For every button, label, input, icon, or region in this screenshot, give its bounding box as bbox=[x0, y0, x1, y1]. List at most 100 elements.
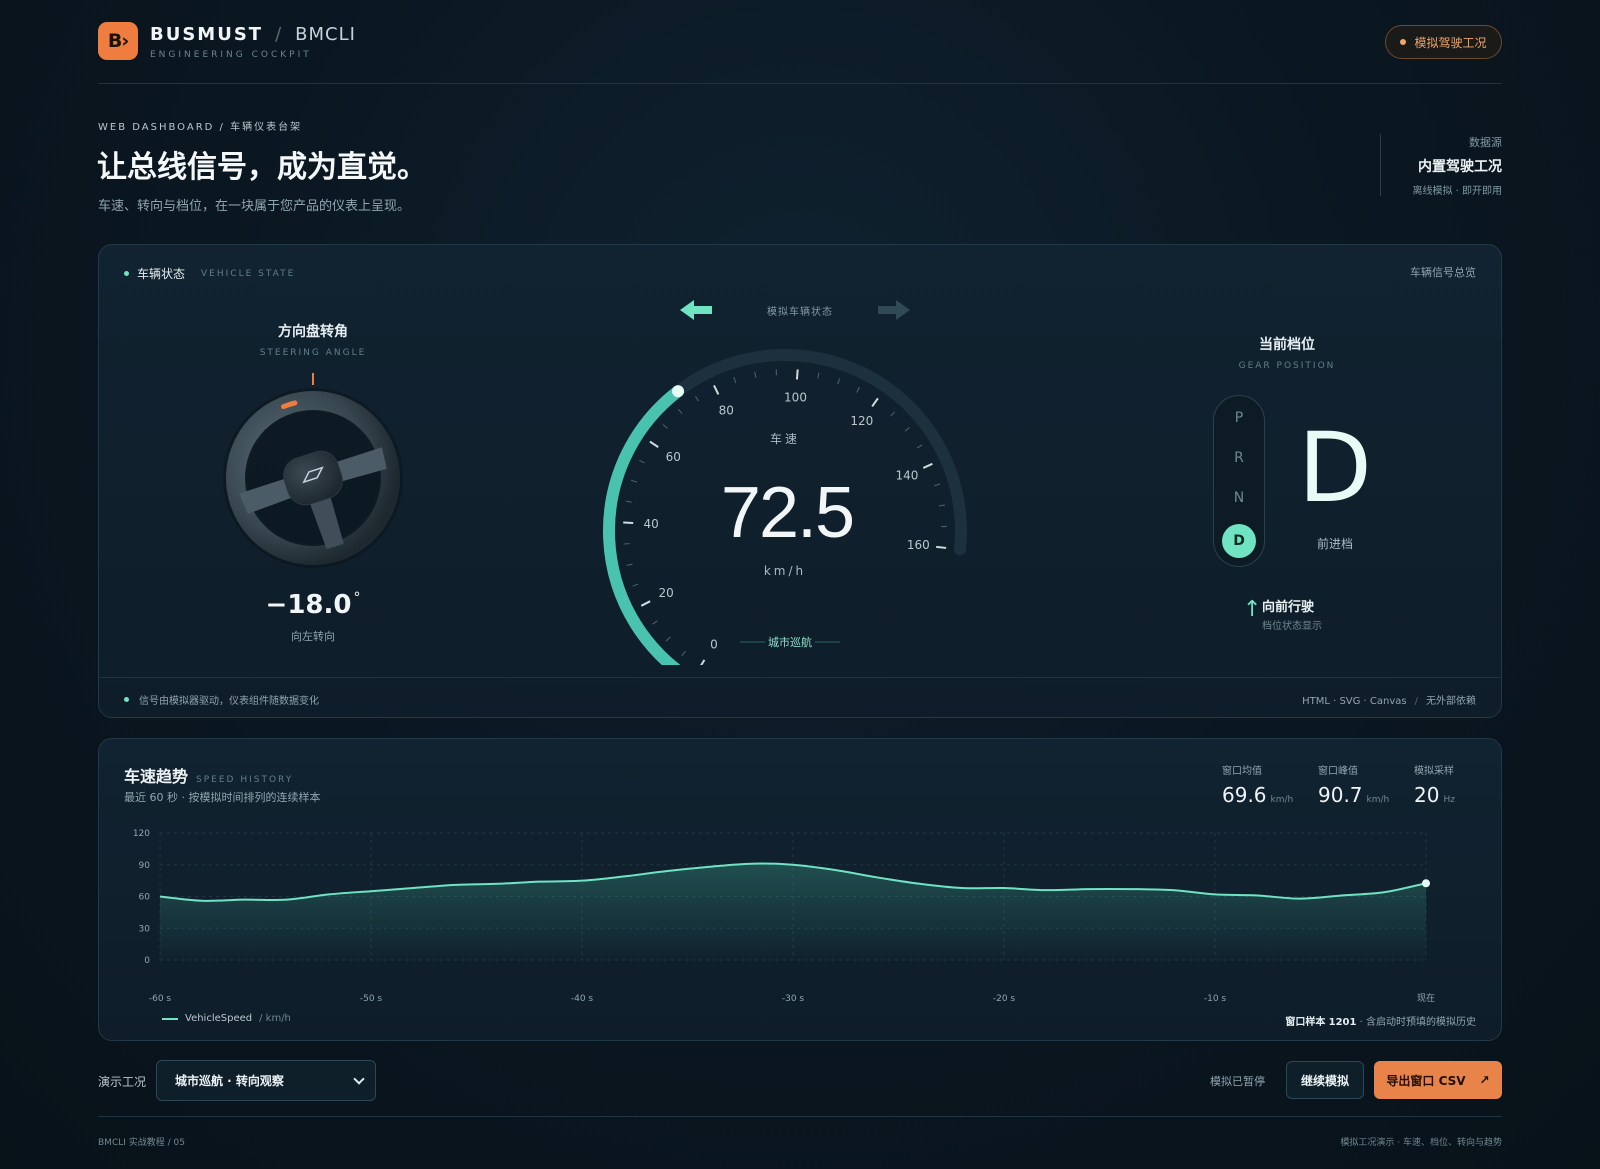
gauge-tick bbox=[652, 620, 658, 625]
speed-history-title: 车速趋势 SPEED HISTORY bbox=[124, 767, 294, 786]
export-csv-button[interactable]: 导出窗口 CSV ↗ bbox=[1374, 1061, 1502, 1099]
scenario-label: 演示工况 bbox=[98, 1075, 147, 1089]
stat-sample-rate: 模拟采样 20 Hz bbox=[1414, 766, 1455, 807]
legend-line-icon bbox=[162, 1017, 178, 1020]
status-pill[interactable]: 模拟驾驶工况 bbox=[1385, 25, 1502, 59]
external-arrow-icon: ↗ bbox=[1479, 1073, 1490, 1087]
speed-label: 车速 bbox=[770, 431, 800, 446]
data-source-note: 离线模拟 · 即开即用 bbox=[1412, 186, 1502, 197]
x-tick-label: -60 s bbox=[149, 994, 172, 1004]
speedometer-gauge: 0 20 40 60 80 100 120 140 160 车速 72.5 km/h 城市巡航 bbox=[603, 300, 967, 665]
speed-area bbox=[160, 863, 1426, 960]
right-turn-signal-icon bbox=[878, 300, 910, 320]
gauge-tick bbox=[795, 369, 799, 380]
data-source-label: 数据源 bbox=[1469, 136, 1502, 149]
x-tick-label: -10 s bbox=[1204, 994, 1227, 1004]
data-source-block: 数据源 内置驾驶工况 离线模拟 · 即开即用 bbox=[1380, 134, 1502, 197]
gauge-tick bbox=[640, 600, 651, 607]
footer-right: 模拟工况演示 · 车速、档位、转向与趋势 bbox=[1340, 1138, 1502, 1148]
x-tick-label: 现在 bbox=[1417, 992, 1435, 1004]
gauge-tick bbox=[754, 371, 757, 378]
status-dot-icon bbox=[124, 697, 129, 702]
stat-window-mean: 窗口均值 69.6 km/h bbox=[1222, 766, 1294, 807]
simulation-state: 模拟已暂停 bbox=[1210, 1075, 1265, 1088]
vehicle-state-header: 车辆状态 VEHICLE STATE bbox=[124, 265, 295, 282]
gauge-tick bbox=[649, 440, 659, 448]
gauge-needle-dot bbox=[672, 385, 685, 398]
gauge-tick bbox=[700, 659, 706, 665]
gauge-tick-label: 100 bbox=[784, 390, 807, 404]
gauge-tick bbox=[733, 377, 737, 384]
gauge-tick-label: 20 bbox=[658, 586, 673, 600]
gauge-tick bbox=[916, 444, 923, 449]
gauge-tick bbox=[662, 424, 668, 429]
gear-option-n[interactable]: N bbox=[1214, 490, 1264, 506]
stat-window-peak: 窗口峰值 90.7 km/h bbox=[1318, 766, 1390, 807]
brand-name: BUSMUST / BMCLI bbox=[150, 24, 356, 45]
y-tick-label: 60 bbox=[139, 893, 151, 903]
gauge-tick bbox=[694, 395, 700, 402]
gauge-tick bbox=[934, 483, 941, 487]
y-tick-label: 0 bbox=[144, 956, 150, 966]
data-source-value: 内置驾驶工况 bbox=[1418, 159, 1502, 175]
steering-angle-value: −18.0 ° bbox=[265, 590, 361, 620]
gauge-tick-label: 120 bbox=[850, 414, 873, 428]
panel-divider bbox=[99, 677, 1501, 678]
gauge-tick bbox=[681, 650, 686, 657]
gear-title-en: GEAR POSITION bbox=[1238, 361, 1336, 371]
gauge-tick bbox=[890, 411, 896, 417]
x-tick-label: -20 s bbox=[993, 994, 1016, 1004]
chart-y-tick-labels: 0 30 60 90 120 bbox=[133, 829, 150, 966]
steering-wheel-icon bbox=[223, 373, 403, 568]
status-dot-icon bbox=[124, 271, 129, 276]
gear-option-d[interactable]: D bbox=[1222, 524, 1256, 558]
y-tick-label: 30 bbox=[139, 924, 151, 934]
gear-selector: P R N D bbox=[1213, 395, 1265, 567]
gauge-tick bbox=[713, 384, 720, 395]
gauge-tick bbox=[639, 459, 645, 464]
panel-footer-tech: HTML · SVG · Canvas / 无外部依赖 bbox=[1302, 696, 1476, 707]
drive-mode: 城市巡航 bbox=[768, 635, 812, 649]
scenario-select[interactable]: 城市巡航 · 转向观察 bbox=[156, 1060, 376, 1101]
latest-sample-point bbox=[1422, 879, 1430, 888]
window-sample-note: 窗口样本 1201 · 含启动时预填的模拟历史 bbox=[1285, 1017, 1476, 1028]
left-turn-signal-icon bbox=[680, 300, 712, 320]
steering-title: 方向盘转角 bbox=[278, 324, 348, 340]
gauge-tick bbox=[665, 636, 671, 642]
speed-value: 72.5 bbox=[721, 473, 853, 553]
status-dot-icon bbox=[1400, 39, 1407, 45]
chevron-down-icon bbox=[353, 1072, 365, 1085]
y-tick-label: 90 bbox=[139, 861, 151, 871]
gauge-tick-label: 140 bbox=[895, 468, 918, 482]
continue-simulation-button[interactable]: 继续模拟 bbox=[1286, 1061, 1364, 1099]
panel-footer-note: 信号由模拟器驱动，仪表组件随数据变化 bbox=[124, 692, 319, 707]
gear-option-p[interactable]: P bbox=[1214, 410, 1264, 426]
header-divider bbox=[98, 83, 1502, 84]
page-title: 让总线信号，成为直觉。 bbox=[97, 150, 427, 185]
gauge-tick bbox=[817, 372, 820, 379]
breadcrumb: WEB DASHBOARD / 车辆仪表台架 bbox=[98, 122, 303, 133]
gauge-tick-label: 80 bbox=[719, 404, 734, 418]
gauge-tick-label: 40 bbox=[644, 517, 659, 531]
brand-logo: B› bbox=[98, 22, 138, 60]
footer-left: BMCLI 实战教程 / 05 bbox=[98, 1138, 185, 1148]
turn-signal-label: 模拟车辆状态 bbox=[767, 307, 833, 318]
gear-option-r[interactable]: R bbox=[1214, 450, 1264, 466]
speed-history-subtitle: 最近 60 秒 · 按模拟时间排列的连续样本 bbox=[124, 791, 321, 804]
gauge-tick bbox=[630, 479, 638, 483]
arrow-up-icon: ↑ bbox=[1243, 597, 1262, 622]
drive-direction-title: 向前行驶 bbox=[1262, 600, 1315, 615]
gauge-tick bbox=[856, 386, 860, 393]
signal-overview-link[interactable]: 车辆信号总览 bbox=[1370, 264, 1476, 280]
chart-x-tick-labels: -60 s -50 s -40 s -30 s -20 s -10 s 现在 bbox=[149, 992, 1435, 1004]
brand-tagline: ENGINEERING COCKPIT bbox=[150, 50, 312, 60]
x-tick-label: -40 s bbox=[571, 994, 594, 1004]
gauge-tick bbox=[632, 583, 639, 587]
gauge-tick bbox=[625, 500, 632, 503]
gauge-tick bbox=[626, 563, 633, 566]
current-gear-label: 前进档 bbox=[1316, 537, 1353, 551]
steering-direction: 向左转向 bbox=[291, 630, 335, 643]
gear-title: 当前档位 bbox=[1259, 337, 1315, 353]
gauge-tick bbox=[677, 408, 683, 415]
gauge-tick-label: 60 bbox=[666, 450, 681, 464]
